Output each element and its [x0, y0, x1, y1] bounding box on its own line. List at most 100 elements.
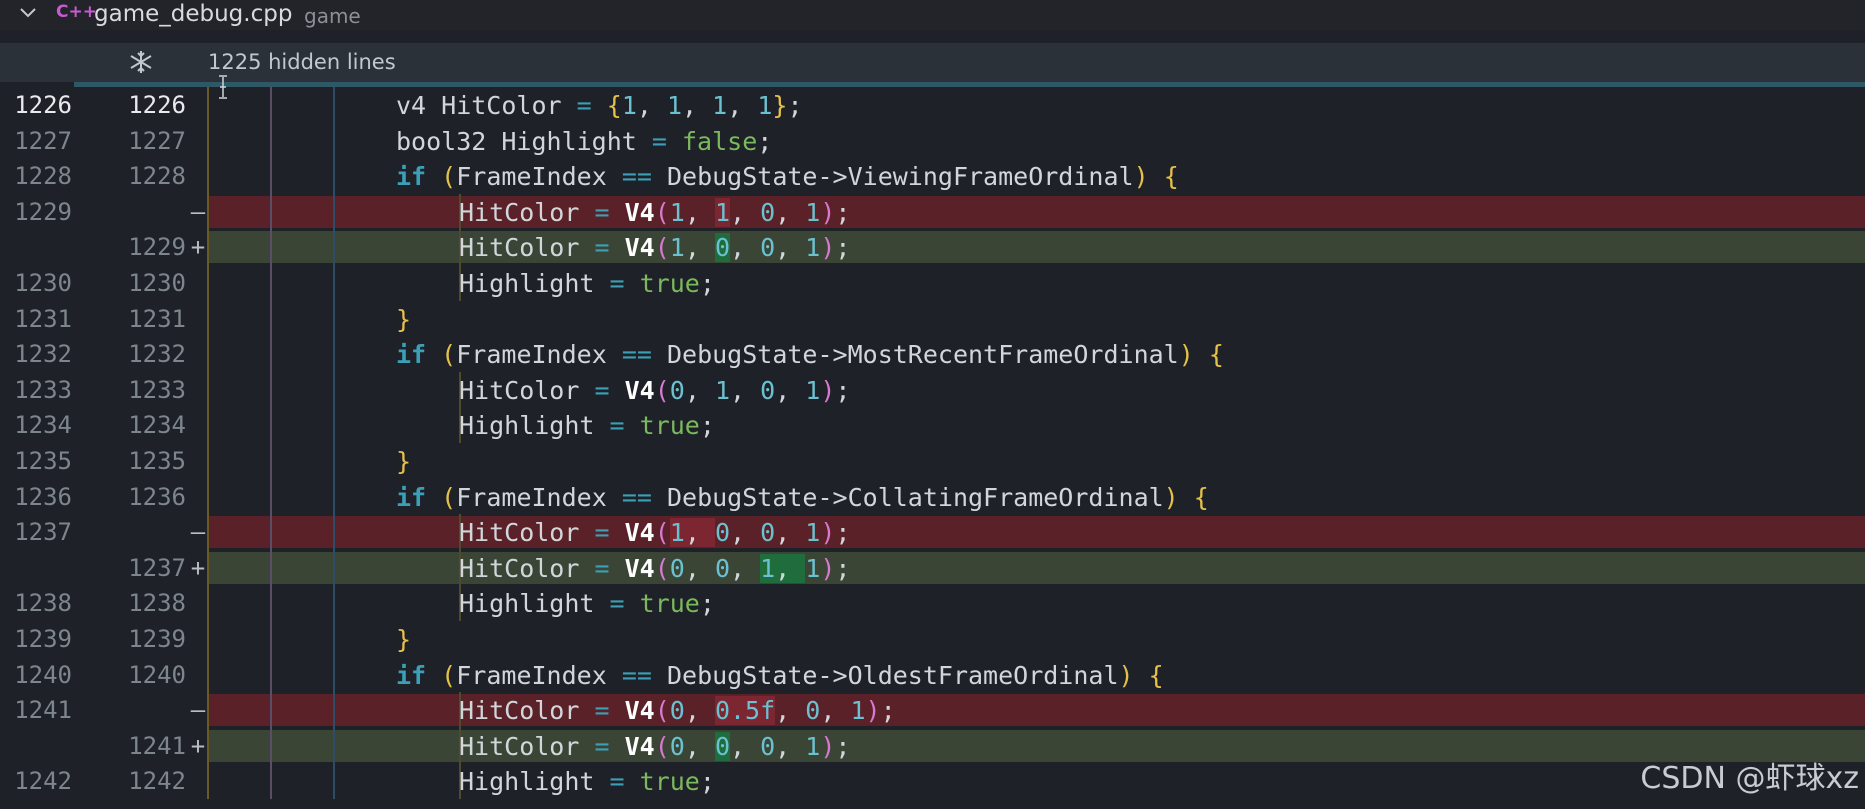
code-text[interactable]: if (FrameIndex == DebugState->OldestFram… — [396, 661, 1164, 690]
new-line-number: 1231 — [128, 304, 186, 333]
indent-guide — [270, 763, 272, 799]
new-line-number: 1230 — [128, 268, 186, 297]
old-line-number: 1242 — [14, 767, 72, 796]
diff-highlight-bg — [208, 694, 1865, 727]
code-text[interactable]: Highlight = true; — [459, 589, 715, 618]
new-line-number: 1241 — [128, 731, 186, 760]
indent-guide — [333, 264, 335, 301]
context-line[interactable]: 1233 1233 HitColor = V4(0, 1, 0, 1); — [0, 371, 1865, 408]
new-line-number: 1226 — [128, 91, 186, 119]
added-line[interactable]: 1241 + HitColor = V4(0, 0, 0, 1); — [0, 727, 1865, 764]
indent-guide — [270, 514, 272, 550]
diff-code-view[interactable]: 1226 1226 v4 HitColor = {1, 1, 1, 1}; 1227 1… — [0, 87, 1865, 799]
hidden-lines-label[interactable]: 1225 hidden lines — [208, 50, 396, 74]
indent-guide — [333, 122, 335, 159]
context-line[interactable]: 1231 1231} — [0, 300, 1865, 337]
expand-hidden-lines-icon[interactable] — [128, 49, 154, 75]
context-line[interactable]: 1232 1232 if (FrameIndex == DebugState->Mo… — [0, 336, 1865, 372]
diff-highlight-bg — [208, 195, 1865, 228]
context-line[interactable]: 1235 1235} — [0, 442, 1865, 479]
code-text[interactable]: if (FrameIndex == DebugState->ViewingFra… — [396, 162, 1179, 191]
code-text[interactable]: if (FrameIndex == DebugState->CollatingF… — [396, 483, 1209, 512]
code-text[interactable]: Highlight = true; — [459, 767, 715, 796]
code-text[interactable]: } — [396, 447, 411, 476]
context-line[interactable]: 1238 1238 Highlight = true; — [0, 585, 1865, 621]
file-header[interactable]: C++ game_debug.cpp game — [0, 0, 1865, 30]
code-text[interactable]: HitColor = V4(0, 0, 1, 1); — [459, 553, 850, 583]
code-text[interactable]: Highlight = true; — [459, 269, 715, 298]
context-line[interactable]: 1239 1239} — [0, 620, 1865, 657]
context-line[interactable]: 1227 1227 bool32 Highlight = false; — [0, 122, 1865, 159]
code-text[interactable]: v4 HitColor = {1, 1, 1, 1}; — [396, 91, 803, 120]
indent-guide — [270, 158, 272, 194]
code-text[interactable]: HitColor = V4(1, 0, 0, 1); — [459, 518, 850, 548]
watermark: CSDN @虾球xz — [1640, 761, 1859, 796]
context-line[interactable]: 1230 1230 Highlight = true; — [0, 264, 1865, 301]
old-line-number: 1235 — [14, 446, 72, 475]
old-line-number: 1234 — [14, 411, 72, 440]
context-line[interactable]: 1234 1234 Highlight = true; — [0, 407, 1865, 443]
added-line[interactable]: 1229 + HitColor = V4(1, 0, 0, 1); — [0, 229, 1865, 265]
chevron-down-icon[interactable] — [18, 3, 38, 23]
diff-highlight-bg — [208, 729, 1865, 762]
context-line[interactable]: 1236 1236 if (FrameIndex == DebugState->Co… — [0, 478, 1865, 515]
old-line-number: 1231 — [14, 304, 72, 333]
old-line-number: 1227 — [14, 126, 72, 155]
code-text[interactable]: HitColor = V4(0, 1, 0, 1); — [459, 376, 850, 405]
indent-guide — [270, 87, 272, 123]
new-line-number: 1237 — [128, 553, 186, 582]
file-name[interactable]: game_debug.cpp — [94, 1, 292, 27]
code-text[interactable]: bool32 Highlight = false; — [396, 127, 772, 156]
indent-guide — [333, 87, 335, 123]
context-line[interactable]: 1240 1240 if (FrameIndex == DebugState->Ol… — [0, 656, 1865, 693]
indent-guide — [270, 300, 272, 337]
old-line-number: 1240 — [14, 660, 72, 689]
indent-guide — [270, 122, 272, 159]
hidden-lines-bar[interactable]: 1225 hidden lines — [0, 43, 1865, 82]
added-line[interactable]: 1237 + HitColor = V4(0, 0, 1, 1); — [0, 549, 1865, 586]
indent-guide — [207, 158, 209, 194]
code-text[interactable]: } — [396, 625, 411, 654]
deleted-line[interactable]: 1237 — HitColor = V4(1, 0, 0, 1); — [0, 514, 1865, 550]
indent-guide — [270, 407, 272, 443]
context-line[interactable]: 1226 1226 v4 HitColor = {1, 1, 1, 1}; — [0, 87, 1865, 123]
context-line[interactable]: 1228 1228 if (FrameIndex == DebugState->Vi… — [0, 158, 1865, 194]
indent-guide — [207, 620, 209, 657]
indent-guide — [270, 442, 272, 479]
new-line-number: 1240 — [128, 660, 186, 689]
code-text[interactable]: if (FrameIndex == DebugState->MostRecent… — [396, 340, 1224, 369]
code-text[interactable]: HitColor = V4(1, 1, 0, 1); — [459, 197, 850, 227]
indent-guide — [333, 692, 335, 728]
indent-guide — [333, 442, 335, 479]
old-line-number: 1228 — [14, 162, 72, 191]
indent-guide — [333, 585, 335, 621]
cpp-file-icon: C++ — [56, 2, 97, 22]
indent-guide — [207, 371, 209, 408]
indent-guide — [333, 656, 335, 693]
indent-guide — [270, 620, 272, 657]
indent-guide — [270, 193, 272, 230]
code-text[interactable]: HitColor = V4(1, 0, 0, 1); — [459, 233, 850, 263]
indent-guide — [207, 442, 209, 479]
deleted-line[interactable]: 1241 — HitColor = V4(0, 0.5f, 0, 1); — [0, 692, 1865, 728]
new-line-number: 1235 — [128, 446, 186, 475]
code-text[interactable]: HitColor = V4(0, 0, 0, 1); — [459, 731, 850, 761]
deleted-marker: — — [190, 696, 206, 725]
old-line-number: 1241 — [14, 696, 72, 725]
new-line-number: 1234 — [128, 411, 186, 440]
code-text[interactable]: Highlight = true; — [459, 411, 715, 440]
context-line[interactable]: 1242 1242 Highlight = true; — [0, 763, 1865, 799]
code-text[interactable]: HitColor = V4(0, 0.5f, 0, 1); — [459, 696, 896, 726]
indent-guide — [207, 478, 209, 515]
indent-guide — [333, 514, 335, 550]
indent-guide — [270, 478, 272, 515]
old-line-number: 1239 — [14, 624, 72, 653]
deleted-line[interactable]: 1229 — HitColor = V4(1, 1, 0, 1); — [0, 193, 1865, 230]
code-text[interactable]: } — [396, 305, 411, 334]
deleted-marker: — — [190, 197, 206, 226]
indent-guide — [270, 656, 272, 693]
indent-guide — [333, 229, 335, 265]
indent-guide — [207, 763, 209, 799]
new-line-number: 1236 — [128, 482, 186, 511]
indent-guide — [207, 585, 209, 621]
